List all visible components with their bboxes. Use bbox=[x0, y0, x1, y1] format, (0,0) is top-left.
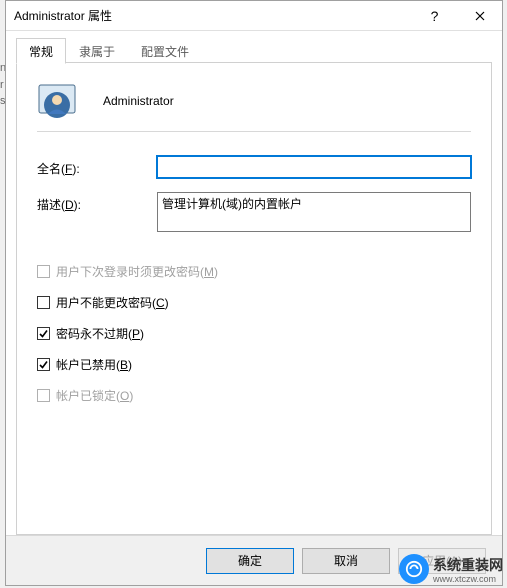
close-icon bbox=[475, 11, 485, 21]
description-input[interactable]: 管理计算机(域)的内置帐户 bbox=[157, 192, 471, 232]
check-neverexpire[interactable]: 密码永不过期(P) bbox=[37, 325, 471, 342]
checkbox-icon bbox=[37, 296, 50, 309]
account-header: Administrator bbox=[37, 81, 471, 121]
divider bbox=[37, 131, 471, 132]
ok-button[interactable]: 确定 bbox=[206, 548, 294, 574]
tab-general[interactable]: 常规 bbox=[16, 38, 66, 64]
tabstrip: 常规 隶属于 配置文件 bbox=[16, 37, 492, 63]
check-cannotchange[interactable]: 用户不能更改密码(C) bbox=[37, 294, 471, 311]
check-mustchange-label: 用户下次登录时须更改密码(M) bbox=[56, 263, 218, 280]
checkbox-icon bbox=[37, 389, 50, 402]
titlebar[interactable]: Administrator 属性 ? bbox=[6, 1, 502, 31]
check-locked-label: 帐户已锁定(O) bbox=[56, 387, 133, 404]
cancel-button[interactable]: 取消 bbox=[302, 548, 390, 574]
check-cannotchange-label: 用户不能更改密码(C) bbox=[56, 294, 169, 311]
properties-dialog: Administrator 属性 ? 常规 隶属于 配置文件 bbox=[5, 0, 503, 586]
fullname-label: 全名(F): bbox=[37, 156, 157, 177]
check-mustchange: 用户下次登录时须更改密码(M) bbox=[37, 263, 471, 280]
description-label: 描述(D): bbox=[37, 192, 157, 213]
checkbox-icon bbox=[37, 265, 50, 278]
button-bar: 确定 取消 应用(A) bbox=[6, 535, 502, 585]
fullname-input[interactable] bbox=[157, 156, 471, 178]
content-area: 常规 隶属于 配置文件 Administrator 全 bbox=[6, 31, 502, 535]
checkbox-group: 用户下次登录时须更改密码(M) 用户不能更改密码(C) 密码永不过期(P) 帐户… bbox=[37, 263, 471, 404]
account-name: Administrator bbox=[103, 94, 174, 108]
checkbox-icon bbox=[37, 327, 50, 340]
help-button[interactable]: ? bbox=[412, 1, 457, 31]
check-disabled-label: 帐户已禁用(B) bbox=[56, 356, 132, 373]
checkbox-icon bbox=[37, 358, 50, 371]
fullname-row: 全名(F): bbox=[37, 156, 471, 178]
tab-profile[interactable]: 配置文件 bbox=[128, 38, 202, 64]
check-neverexpire-label: 密码永不过期(P) bbox=[56, 325, 144, 342]
description-row: 描述(D): 管理计算机(域)的内置帐户 bbox=[37, 192, 471, 237]
user-icon bbox=[37, 81, 77, 121]
tab-memberof[interactable]: 隶属于 bbox=[66, 38, 128, 64]
tabpanel-general: Administrator 全名(F): 描述(D): 管理计算机(域)的内置帐… bbox=[16, 63, 492, 535]
apply-button: 应用(A) bbox=[398, 548, 486, 574]
check-disabled[interactable]: 帐户已禁用(B) bbox=[37, 356, 471, 373]
window-title: Administrator 属性 bbox=[6, 7, 412, 24]
close-button[interactable] bbox=[457, 1, 502, 31]
check-locked: 帐户已锁定(O) bbox=[37, 387, 471, 404]
